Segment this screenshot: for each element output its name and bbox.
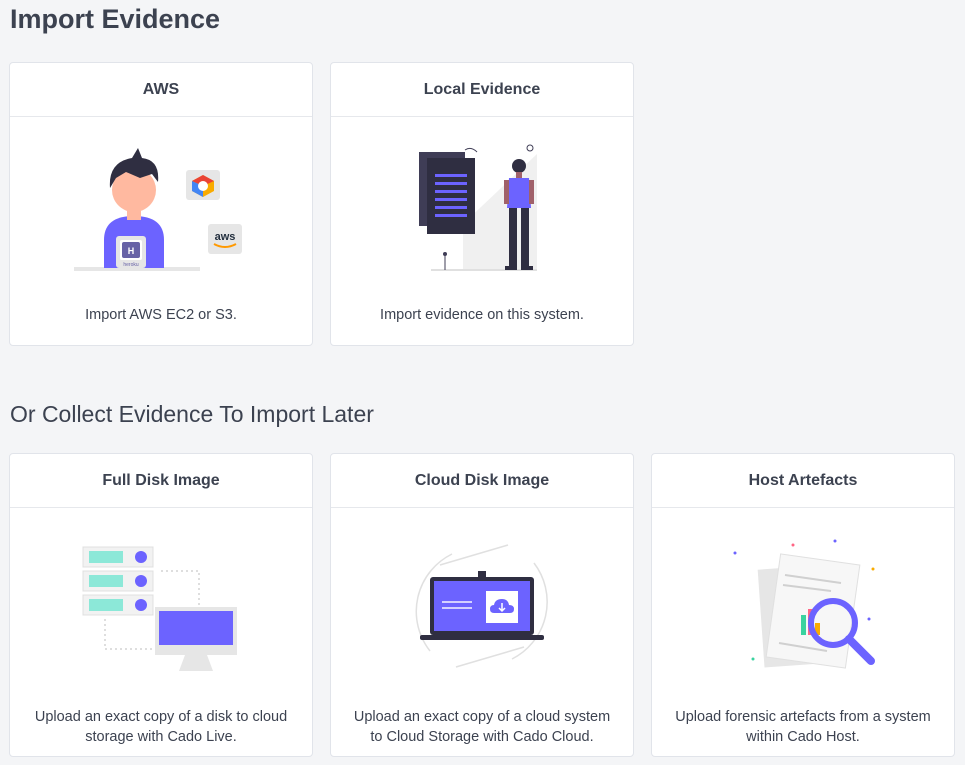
local-evidence-illustration	[331, 131, 633, 291]
full-disk-image-card[interactable]: Full Disk Image Upload an exact copy of …	[9, 453, 313, 757]
full-disk-image-card-description: Upload an exact copy of a disk to cloud …	[34, 709, 288, 745]
aws-logo-text: aws	[215, 231, 236, 243]
aws-card-description: Import AWS EC2 or S3.	[85, 307, 237, 323]
cloud-disk-image-card-title: Cloud Disk Image	[331, 454, 633, 508]
section-subtitle: Or Collect Evidence To Import Later	[10, 401, 374, 427]
full-disk-image-illustration	[10, 522, 312, 690]
aws-card[interactable]: AWS H heroku aws Import AWS EC2 or S3.	[9, 62, 313, 346]
page-title: Import Evidence	[10, 4, 221, 34]
svg-text:H: H	[128, 246, 135, 256]
local-evidence-card-title: Local Evidence	[331, 63, 633, 117]
heroku-logo-text: heroku	[123, 262, 139, 268]
host-artefacts-card[interactable]: Host Artefacts Upload forensic artefacts…	[651, 453, 955, 757]
cloud-disk-image-illustration	[331, 522, 633, 690]
full-disk-image-card-title: Full Disk Image	[10, 454, 312, 508]
host-artefacts-illustration	[652, 522, 954, 690]
host-artefacts-card-description: Upload forensic artefacts from a system …	[675, 709, 931, 745]
local-evidence-card[interactable]: Local Evidence Import evidence on this s…	[330, 62, 634, 346]
local-evidence-card-description: Import evidence on this system.	[380, 307, 584, 323]
cloud-disk-image-card-description: Upload an exact copy of a cloud system t…	[353, 709, 611, 745]
aws-card-title: AWS	[10, 63, 312, 117]
host-artefacts-card-title: Host Artefacts	[652, 454, 954, 508]
aws-illustration: H heroku aws	[10, 131, 312, 291]
cloud-disk-image-card[interactable]: Cloud Disk Image Upload an exact copy of…	[330, 453, 634, 757]
